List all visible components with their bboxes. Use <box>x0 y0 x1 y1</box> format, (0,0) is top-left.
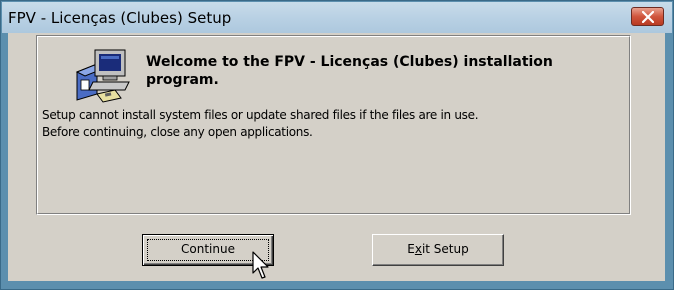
setup-computer-icon <box>75 49 130 103</box>
mouse-pointer-icon <box>252 251 269 279</box>
welcome-heading: Welcome to the FPV - Licenças (Clubes) i… <box>146 54 553 88</box>
instructions-line-2: Before continuing, close any open applic… <box>42 125 313 139</box>
close-button[interactable] <box>631 7 664 26</box>
exit-setup-button[interactable]: Exit Setup <box>372 234 504 266</box>
exit-setup-button-label: Exit Setup <box>407 242 469 256</box>
title-bar[interactable]: FPV - Licenças (Clubes) Setup <box>2 2 672 33</box>
window-title: FPV - Licenças (Clubes) Setup <box>8 9 232 27</box>
instructions-line-1: Setup cannot install system files or upd… <box>42 108 479 122</box>
close-icon <box>642 11 654 23</box>
instructions-text: Setup cannot install system files or upd… <box>42 107 622 141</box>
